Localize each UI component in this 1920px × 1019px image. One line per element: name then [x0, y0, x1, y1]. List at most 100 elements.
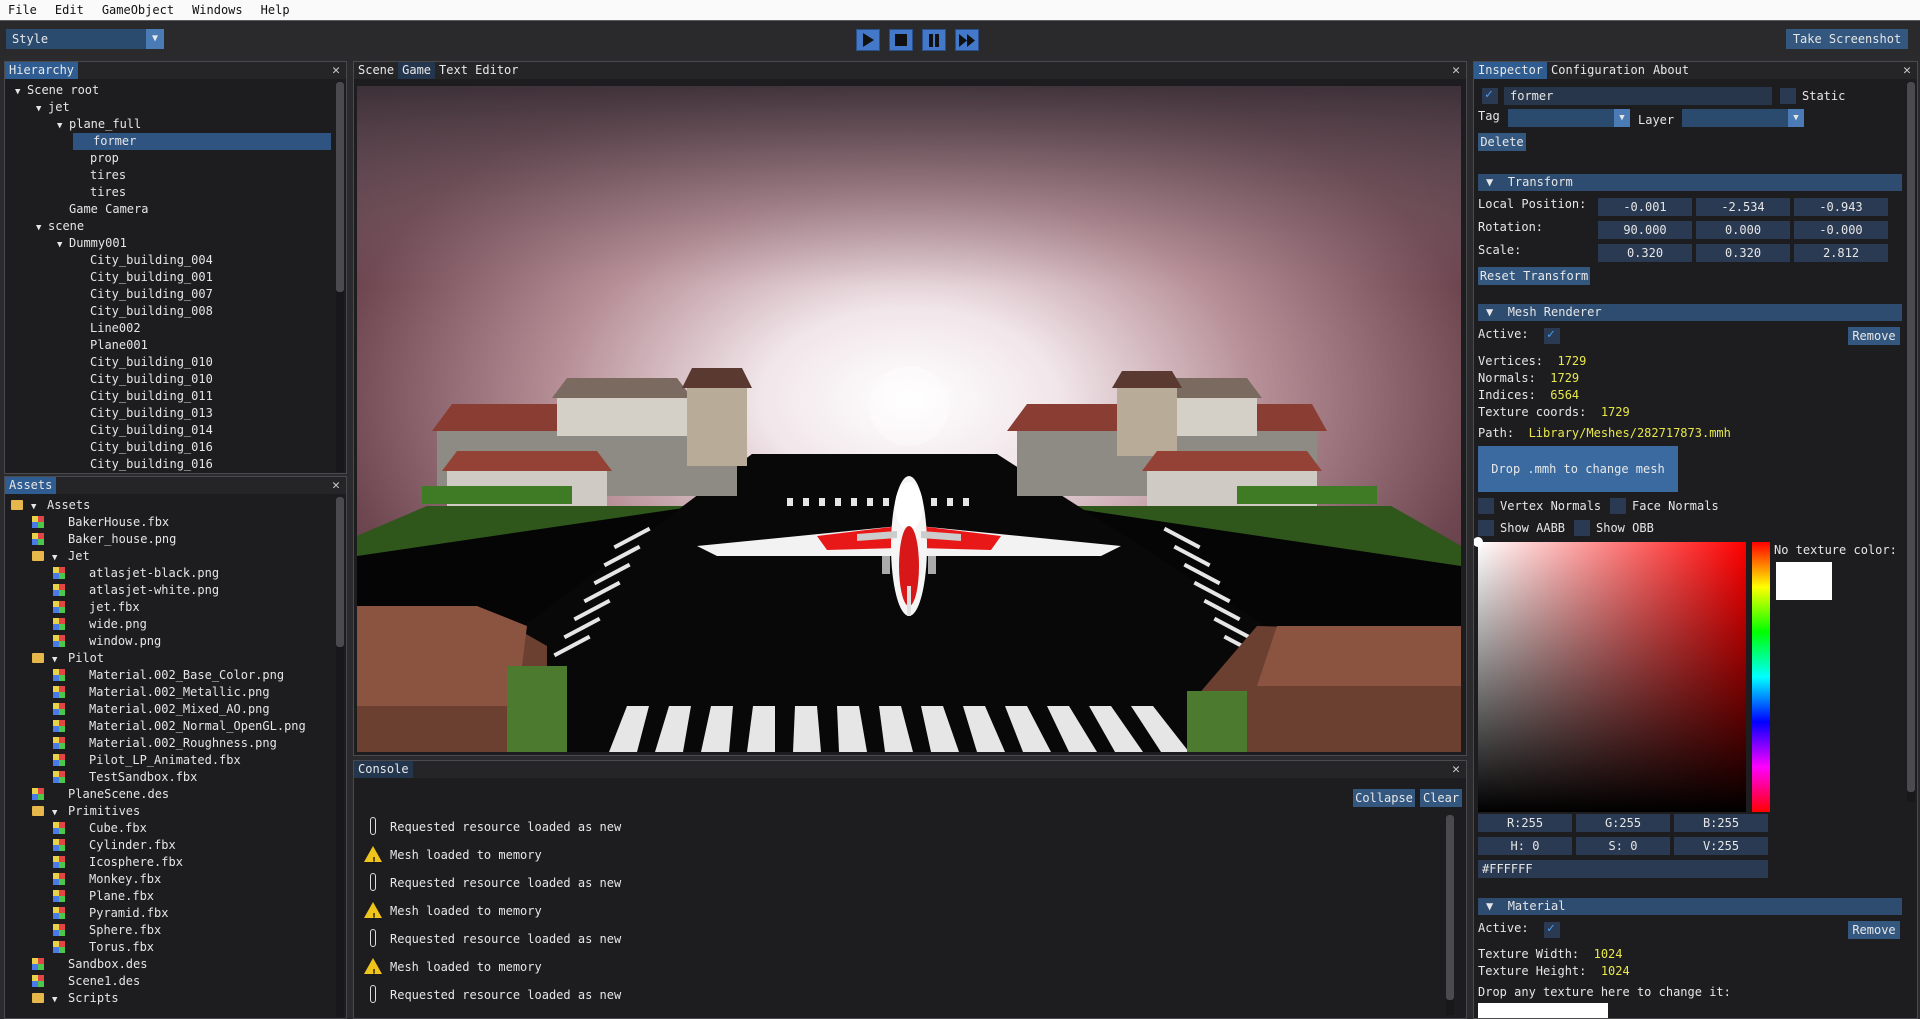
asset-item[interactable]: atlasjet-white.png	[5, 582, 335, 599]
mesh-active-checkbox[interactable]	[1544, 327, 1560, 344]
take-screenshot-button[interactable]: Take Screenshot	[1786, 29, 1908, 49]
inspector-scroll-thumb[interactable]	[1907, 82, 1915, 792]
hierarchy-item[interactable]: City_building_010	[5, 371, 335, 388]
material-remove-button[interactable]: Remove	[1848, 921, 1900, 939]
hierarchy-item[interactable]: ▼ scene	[5, 218, 335, 235]
asset-item[interactable]: Icosphere.fbx	[5, 854, 335, 871]
hierarchy-item[interactable]: City_building_013	[5, 405, 335, 422]
console-log-entry[interactable]: Mesh loaded to memory	[364, 897, 542, 932]
collapse-button[interactable]: Collapse	[1353, 789, 1415, 807]
clear-button[interactable]: Clear	[1420, 789, 1462, 807]
tab-inspector[interactable]: Inspector	[1474, 62, 1548, 79]
hierarchy-item[interactable]: ▼ Dummy001	[5, 235, 335, 252]
asset-item[interactable]: PlaneScene.des	[5, 786, 335, 803]
tag-select[interactable]: ▼	[1508, 109, 1630, 127]
tab-scene[interactable]: Scene	[354, 62, 398, 79]
hierarchy-item[interactable]: tires	[5, 167, 335, 184]
hierarchy-item[interactable]: former	[73, 133, 331, 150]
gameobject-active-checkbox[interactable]	[1482, 87, 1498, 104]
hierarchy-item[interactable]: tires	[5, 184, 335, 201]
tab-console[interactable]: Console	[354, 761, 413, 778]
rotation-y-input[interactable]: 0.000	[1696, 221, 1790, 239]
material-active-checkbox[interactable]	[1544, 921, 1560, 938]
asset-item[interactable]: Material.002_Mixed_AO.png	[5, 701, 335, 718]
hue-slider[interactable]	[1752, 542, 1770, 812]
color-v-input[interactable]: V:255	[1674, 837, 1768, 855]
hierarchy-item[interactable]: Game Camera	[5, 201, 335, 218]
show-obb-checkbox[interactable]	[1574, 520, 1590, 536]
menu-file[interactable]: File	[8, 3, 37, 17]
drop-mesh-target[interactable]: Drop .mmh to change mesh	[1478, 446, 1678, 492]
hierarchy-scroll-thumb[interactable]	[336, 82, 344, 292]
color-g-input[interactable]: G:255	[1576, 814, 1670, 832]
menu-gameobject[interactable]: GameObject	[102, 3, 174, 17]
asset-item[interactable]: Monkey.fbx	[5, 871, 335, 888]
asset-item[interactable]: jet.fbx	[5, 599, 335, 616]
color-picker-handle[interactable]	[1474, 537, 1483, 547]
hierarchy-item[interactable]: Plane001	[5, 337, 335, 354]
color-b-input[interactable]: B:255	[1674, 814, 1768, 832]
rotation-z-input[interactable]: -0.000	[1794, 221, 1888, 239]
menu-edit[interactable]: Edit	[55, 3, 84, 17]
hierarchy-item[interactable]: City_building_011	[5, 388, 335, 405]
asset-item[interactable]: Material.002_Base_Color.png	[5, 667, 335, 684]
mesh-remove-button[interactable]: Remove	[1848, 327, 1900, 345]
asset-item[interactable]: Pilot_LP_Animated.fbx	[5, 752, 335, 769]
console-log-entry[interactable]: Mesh loaded to memory	[364, 953, 542, 988]
menu-windows[interactable]: Windows	[192, 3, 243, 17]
material-header[interactable]: ▼ Material	[1478, 898, 1902, 915]
gameobject-name-input[interactable]: former	[1504, 87, 1772, 105]
asset-item[interactable]: Scene1.des	[5, 973, 335, 990]
mesh-renderer-header[interactable]: ▼ Mesh Renderer	[1478, 304, 1902, 321]
vertex-normals-checkbox[interactable]	[1478, 498, 1494, 514]
rotation-x-input[interactable]: 90.000	[1598, 221, 1692, 239]
asset-item[interactable]: window.png	[5, 633, 335, 650]
scale-y-input[interactable]: 0.320	[1696, 244, 1790, 262]
expand-arrow-icon[interactable]: ▼	[57, 118, 69, 135]
asset-item[interactable]: Material.002_Normal_OpenGL.png	[5, 718, 335, 735]
tab-assets[interactable]: Assets	[5, 477, 57, 494]
asset-item[interactable]: Material.002_Metallic.png	[5, 684, 335, 701]
asset-item[interactable]: TestSandbox.fbx	[5, 769, 335, 786]
hierarchy-item[interactable]: City_building_016	[5, 439, 335, 456]
hierarchy-item[interactable]: ▼ jet	[5, 99, 335, 116]
position-z-input[interactable]: -0.943	[1794, 198, 1888, 216]
transform-header[interactable]: ▼ Transform	[1478, 174, 1902, 191]
inspector-scrollbar[interactable]	[1907, 82, 1915, 802]
console-scroll-thumb[interactable]	[1446, 815, 1454, 1000]
tab-about[interactable]: About	[1649, 62, 1693, 79]
reset-transform-button[interactable]: Reset Transform	[1478, 267, 1590, 285]
close-icon[interactable]: ✕	[1452, 761, 1460, 778]
hierarchy-item[interactable]: City_building_016	[5, 456, 335, 473]
asset-item[interactable]: ▼ Scripts	[5, 990, 335, 1007]
layer-select[interactable]: ▼	[1682, 109, 1804, 127]
color-picker-sv-square[interactable]	[1474, 537, 1746, 812]
asset-item[interactable]: Cylinder.fbx	[5, 837, 335, 854]
console-log-entry[interactable]: Requested resource loaded as new	[364, 925, 621, 953]
close-icon[interactable]: ✕	[332, 477, 340, 494]
close-icon[interactable]: ✕	[332, 62, 340, 79]
asset-item[interactable]: Sandbox.des	[5, 956, 335, 973]
hierarchy-item[interactable]: City_building_014	[5, 422, 335, 439]
tab-configuration[interactable]: Configuration	[1547, 62, 1649, 79]
hierarchy-item[interactable]: ▼ Scene root	[5, 82, 335, 99]
texture-preview[interactable]	[1478, 1003, 1608, 1018]
tab-game[interactable]: Game	[398, 62, 436, 79]
position-y-input[interactable]: -2.534	[1696, 198, 1790, 216]
asset-item[interactable]: ▼ Primitives	[5, 803, 335, 820]
asset-item[interactable]: wide.png	[5, 616, 335, 633]
expand-arrow-icon[interactable]: ▼	[52, 992, 64, 1009]
color-h-input[interactable]: H: 0	[1478, 837, 1572, 855]
close-icon[interactable]: ✕	[1452, 62, 1460, 79]
show-aabb-checkbox[interactable]	[1478, 520, 1494, 536]
asset-item[interactable]: ▼ Assets	[5, 497, 335, 514]
scale-z-input[interactable]: 2.812	[1794, 244, 1888, 262]
step-button[interactable]	[955, 29, 979, 51]
menu-help[interactable]: Help	[261, 3, 290, 17]
style-select[interactable]: Style ▼	[6, 29, 164, 49]
asset-item[interactable]: Baker_house.png	[5, 531, 335, 548]
asset-item[interactable]: Cube.fbx	[5, 820, 335, 837]
asset-item[interactable]: Plane.fbx	[5, 888, 335, 905]
play-button[interactable]	[856, 29, 880, 51]
hierarchy-item[interactable]: City_building_004	[5, 252, 335, 269]
